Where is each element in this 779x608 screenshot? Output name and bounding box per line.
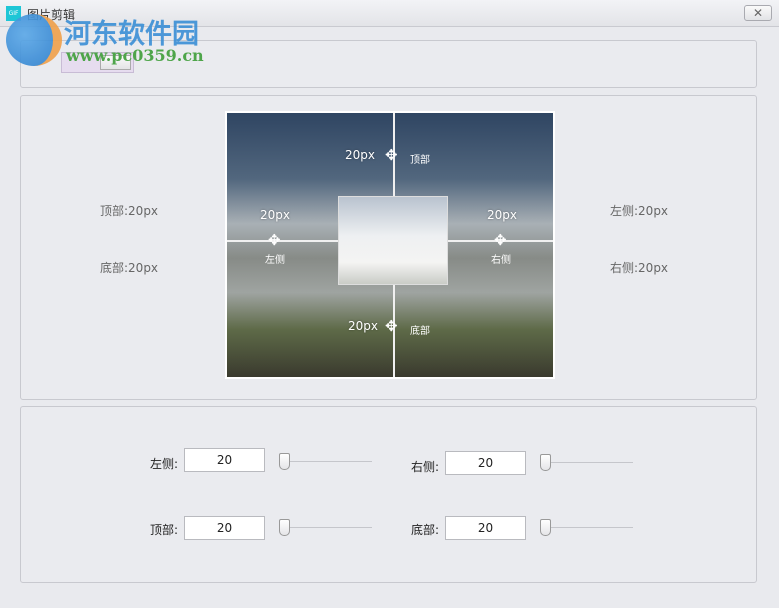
watermark-logo	[6, 14, 62, 66]
close-icon: ✕	[752, 6, 764, 20]
move-icon[interactable]: ✥	[385, 148, 398, 163]
top-slider-track[interactable]	[280, 527, 372, 528]
top-label: 顶部:	[150, 523, 179, 537]
top-handle-label: 顶部	[410, 155, 430, 166]
bottom-slider-track[interactable]	[541, 527, 633, 528]
move-icon[interactable]: ✥	[494, 233, 507, 248]
move-icon[interactable]: ✥	[385, 319, 398, 334]
move-icon[interactable]: ✥	[268, 233, 281, 248]
bottom-handle-value: 20px	[348, 319, 378, 333]
right-input[interactable]: 20	[445, 451, 526, 475]
crop-region[interactable]	[338, 196, 448, 285]
right-margin-readout: 右侧:20px	[610, 261, 669, 275]
right-label: 右侧:	[411, 460, 440, 474]
bottom-slider-thumb[interactable]	[540, 519, 551, 536]
bottom-input[interactable]: 20	[445, 516, 526, 540]
left-label: 左侧:	[150, 457, 179, 471]
left-margin-readout: 左侧:20px	[610, 204, 669, 218]
left-handle-label: 左侧	[265, 255, 285, 266]
left-slider-thumb[interactable]	[279, 453, 290, 470]
preview-image[interactable]: 20px ✥ 顶部 20px ✥ 底部 20px ✥ 左侧 20px ✥ 右侧	[225, 111, 555, 379]
top-input[interactable]: 20	[184, 516, 265, 540]
right-slider-track[interactable]	[541, 462, 633, 463]
controls-panel	[20, 406, 757, 583]
right-handle-value: 20px	[487, 208, 517, 222]
left-slider-track[interactable]	[280, 461, 372, 462]
bottom-handle-label: 底部	[410, 326, 430, 337]
top-slider-thumb[interactable]	[279, 519, 290, 536]
top-handle-value: 20px	[345, 148, 375, 162]
top-margin-readout: 顶部:20px	[100, 204, 159, 218]
right-handle-label: 右侧	[491, 255, 511, 266]
right-slider-thumb[interactable]	[540, 454, 551, 471]
bottom-label: 底部:	[411, 523, 440, 537]
left-input[interactable]: 20	[184, 448, 265, 472]
left-handle-value: 20px	[260, 208, 290, 222]
left-guide-line	[227, 240, 338, 242]
bottom-margin-readout: 底部:20px	[100, 261, 159, 275]
close-button[interactable]: ✕	[744, 5, 772, 21]
watermark-url: www.pc0359.cn	[66, 46, 204, 65]
